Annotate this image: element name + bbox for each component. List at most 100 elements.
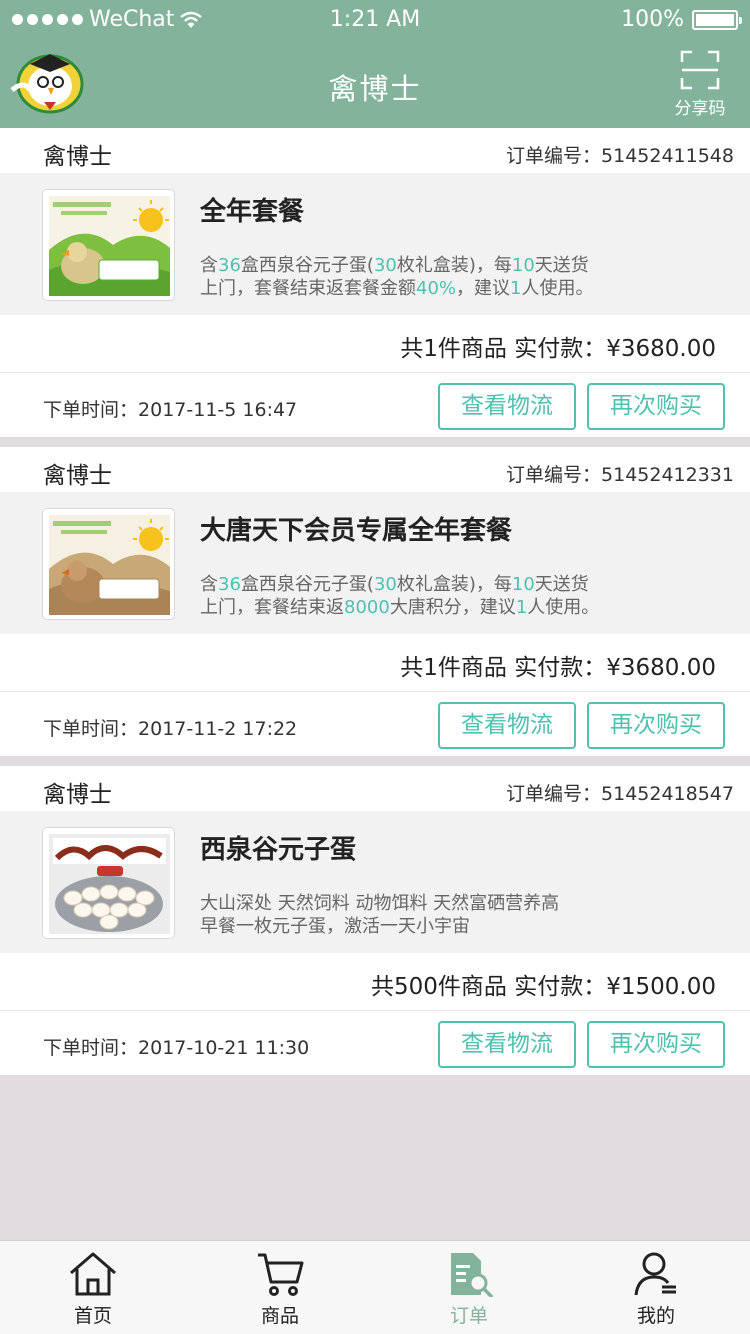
user-icon xyxy=(634,1252,676,1296)
highlight-number: 10 xyxy=(511,574,535,595)
description-text: 枚礼盒装)，每 xyxy=(396,255,512,276)
description-line: 大山深处 天然饲料 动物饵料 天然富硒营养高 xyxy=(200,892,640,915)
product-row[interactable]: 西泉谷元子蛋 大山深处 天然饲料 动物饵料 天然富硒营养高 早餐一枚元子蛋，激活… xyxy=(0,811,750,953)
description-text: ，建议 xyxy=(456,278,511,299)
order-header: 禽博士 订单编号：51452412331 xyxy=(0,447,750,492)
tab-label: 订单 xyxy=(449,1305,488,1327)
order-header: 禽博士 订单编号：51452418547 xyxy=(0,766,750,811)
description-line: 早餐一枚元子蛋，激活一天小宇宙 xyxy=(200,915,640,938)
order-time: 下单时间：2017-11-5 16:47 xyxy=(43,395,297,422)
product-thumbnail xyxy=(42,508,175,620)
description-text: 天送货 xyxy=(534,255,589,276)
description-text: 天送货 xyxy=(534,574,589,595)
highlight-number: 40% xyxy=(416,278,457,299)
shop-name: 禽博士 xyxy=(43,144,112,170)
order-footer: 下单时间：2017-11-2 17:22 查看物流 再次购买 xyxy=(0,692,750,756)
highlight-number: 30 xyxy=(373,574,397,595)
product-name: 全年套餐 xyxy=(200,197,305,227)
battery-percent: 100% xyxy=(621,7,684,32)
tab-home[interactable]: 首页 xyxy=(43,1251,143,1328)
order-number-label: 订单编号： xyxy=(506,783,602,805)
view-logistics-button[interactable]: 查看物流 xyxy=(438,383,576,430)
description-text: 人使用。 xyxy=(527,597,600,618)
description-line: 上门，套餐结束返8000大唐积分，建议1人使用。 xyxy=(200,596,640,619)
order-time: 下单时间：2017-10-21 11:30 xyxy=(43,1033,309,1060)
view-logistics-button[interactable]: 查看物流 xyxy=(438,702,576,749)
order-total-text: 共1件商品 实付款：¥3680.00 xyxy=(400,655,716,681)
tab-orders[interactable]: 订单 xyxy=(419,1251,519,1328)
cart-icon xyxy=(258,1253,304,1296)
tab-label: 商品 xyxy=(260,1305,299,1327)
description-text: 人使用。 xyxy=(521,278,594,299)
tab-label: 我的 xyxy=(636,1305,675,1327)
home-icon xyxy=(70,1252,116,1296)
product-description: 含36盒西泉谷元子蛋(30枚礼盒装)，每10天送货 上门，套餐结束返套餐金额40… xyxy=(200,254,640,300)
description-line: 含36盒西泉谷元子蛋(30枚礼盒装)，每10天送货 xyxy=(200,254,640,277)
share-code-label: 分享码 xyxy=(674,99,726,119)
product-thumbnail xyxy=(42,827,175,939)
product-row[interactable]: 全年套餐 含36盒西泉谷元子蛋(30枚礼盒装)，每10天送货 上门，套餐结束返套… xyxy=(0,173,750,315)
bottom-tab-bar: 首页 商品 订单 我的 xyxy=(0,1240,750,1334)
status-bar: WeChat 1:21 AM 100% xyxy=(0,0,750,40)
highlight-number: 8000 xyxy=(344,597,390,618)
description-line: 含36盒西泉谷元子蛋(30枚礼盒装)，每10天送货 xyxy=(200,573,640,596)
order-time: 下单时间：2017-11-2 17:22 xyxy=(43,714,297,741)
order-number-value: 51452412331 xyxy=(601,464,734,486)
order-number: 订单编号：51452412331 xyxy=(506,460,734,487)
buy-again-button[interactable]: 再次购买 xyxy=(587,1021,725,1068)
order-number-value: 51452411548 xyxy=(601,145,734,167)
order-time-value: 2017-11-2 17:22 xyxy=(138,718,298,740)
description-text: 早餐一枚元子蛋，激活一天小宇宙 xyxy=(200,916,470,937)
order-number-label: 订单编号： xyxy=(506,464,602,486)
highlight-number: 10 xyxy=(511,255,535,276)
description-text: 盒西泉谷元子蛋( xyxy=(240,255,374,276)
order-list: 禽博士 订单编号：51452411548 全年套餐 含36盒西泉谷元子蛋(30枚… xyxy=(0,128,750,1075)
order-total: 共1件商品 实付款：¥3680.00 xyxy=(0,315,750,373)
order-search-icon xyxy=(451,1253,493,1297)
product-name: 大唐天下会员专属全年套餐 xyxy=(200,516,513,546)
buy-again-button[interactable]: 再次购买 xyxy=(587,702,725,749)
order-time-label: 下单时间： xyxy=(43,399,139,421)
product-description: 大山深处 天然饲料 动物饵料 天然富硒营养高 早餐一枚元子蛋，激活一天小宇宙 xyxy=(200,892,640,938)
order-card: 禽博士 订单编号：51452411548 全年套餐 含36盒西泉谷元子蛋(30枚… xyxy=(0,128,750,437)
description-text: 含 xyxy=(200,574,218,595)
highlight-number: 36 xyxy=(218,255,241,276)
order-card: 禽博士 订单编号：51452418547 西泉谷元子蛋 大山深处 天然饲料 动物… xyxy=(0,766,750,1075)
description-text: 枚礼盒装)，每 xyxy=(396,574,512,595)
order-time-value: 2017-11-5 16:47 xyxy=(138,399,298,421)
tab-label: 首页 xyxy=(73,1305,112,1327)
order-time-label: 下单时间： xyxy=(43,718,139,740)
description-text: 上门，套餐结束返套餐金额 xyxy=(200,278,416,299)
page-title: 禽博士 xyxy=(328,72,422,106)
description-text: 盒西泉谷元子蛋( xyxy=(240,574,374,595)
product-name: 西泉谷元子蛋 xyxy=(200,835,357,865)
buy-again-button[interactable]: 再次购买 xyxy=(587,383,725,430)
battery-icon xyxy=(692,9,742,30)
product-description: 含36盒西泉谷元子蛋(30枚礼盒装)，每10天送货 上门，套餐结束返8000大唐… xyxy=(200,573,640,619)
view-logistics-button[interactable]: 查看物流 xyxy=(438,1021,576,1068)
order-total-text: 共1件商品 实付款：¥3680.00 xyxy=(400,336,716,362)
order-total: 共1件商品 实付款：¥3680.00 xyxy=(0,634,750,692)
order-footer: 下单时间：2017-10-21 11:30 查看物流 再次购买 xyxy=(0,1011,750,1075)
share-code-button[interactable]: 分享码 xyxy=(672,50,728,120)
order-time-label: 下单时间： xyxy=(43,1037,139,1059)
shop-name: 禽博士 xyxy=(43,782,112,808)
description-text: 上门，套餐结束返 xyxy=(200,597,344,618)
tab-mine[interactable]: 我的 xyxy=(606,1251,706,1328)
order-card: 禽博士 订单编号：51452412331 大唐天下会员专属全年套餐 含36盒西泉… xyxy=(0,447,750,756)
description-text: 大山深处 天然饲料 动物饵料 天然富硒营养高 xyxy=(200,893,560,914)
product-thumbnail xyxy=(42,189,175,301)
order-footer: 下单时间：2017-11-5 16:47 查看物流 再次购买 xyxy=(0,373,750,437)
highlight-number: 1 xyxy=(515,597,528,618)
description-text: 大唐积分，建议 xyxy=(389,597,516,618)
order-number-label: 订单编号： xyxy=(506,145,602,167)
order-header: 禽博士 订单编号：51452411548 xyxy=(0,128,750,173)
order-number: 订单编号：51452418547 xyxy=(506,779,734,806)
shop-name: 禽博士 xyxy=(43,463,112,489)
highlight-number: 1 xyxy=(510,278,522,299)
tab-products[interactable]: 商品 xyxy=(230,1251,330,1328)
order-total: 共500件商品 实付款：¥1500.00 xyxy=(0,953,750,1011)
description-text: 含 xyxy=(200,255,218,276)
description-line: 上门，套餐结束返套餐金额40%，建议1人使用。 xyxy=(200,277,640,300)
product-row[interactable]: 大唐天下会员专属全年套餐 含36盒西泉谷元子蛋(30枚礼盒装)，每10天送货 上… xyxy=(0,492,750,634)
